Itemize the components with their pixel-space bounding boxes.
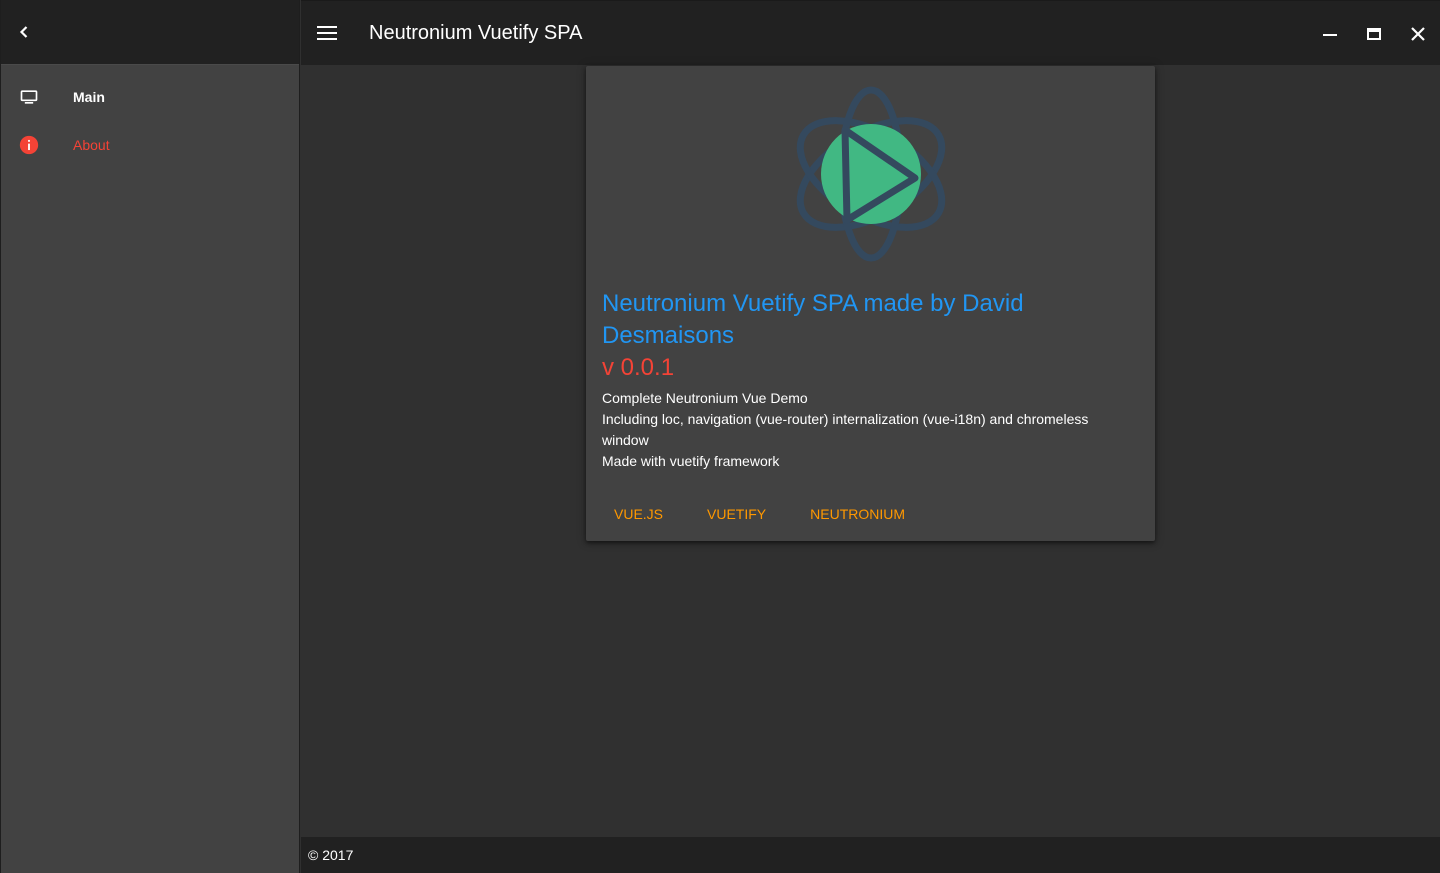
minimize-button[interactable] [1308,12,1352,56]
app-toolbar: Neutronium Vuetify SPA [301,0,1440,65]
menu-button[interactable] [301,9,353,57]
sidebar-item-main[interactable]: Main [1,73,299,121]
sidebar-item-label: Main [73,89,105,105]
sidebar-item-about[interactable]: About [1,121,299,169]
info-icon [1,134,57,156]
vuejs-link-button[interactable]: VUE.JS [594,496,683,532]
hamburger-menu-icon [317,26,337,40]
drawer-header [1,0,299,65]
close-icon [1411,26,1425,41]
neutronium-logo [796,86,945,261]
version-label: v 0.0.1 [602,354,675,381]
maximize-button[interactable] [1352,12,1396,56]
description-line: Complete Neutronium Vue Demo [602,390,808,406]
app-footer: © 2017 [301,837,1440,873]
close-button[interactable] [1396,12,1440,56]
collapse-drawer-button[interactable] [2,10,46,54]
description-line: Made with vuetify framework [602,453,780,469]
maximize-icon [1367,27,1381,40]
navigation-drawer: Main About [0,0,300,873]
sidebar-item-label: About [73,137,110,153]
window-controls [1308,1,1440,66]
minimize-icon [1323,33,1337,36]
card-title: Neutronium Vuetify SPA made by David Des… [602,290,1024,349]
about-card: Neutronium Vuetify SPA made by David Des… [586,66,1155,541]
neutronium-link-button[interactable]: NEUTRONIUM [790,496,925,532]
chevron-left-icon [19,26,28,38]
nav-list: Main About [1,65,299,169]
card-actions: VUE.JS VUETIFY NEUTRONIUM [594,496,929,532]
page-title: Neutronium Vuetify SPA [369,21,583,44]
logo-container [586,66,1155,281]
description-line: Including loc, navigation (vue-router) i… [602,411,1089,448]
vuetify-link-button[interactable]: VUETIFY [687,496,786,532]
desktop-icon [1,87,57,107]
card-description: Complete Neutronium Vue Demo Including l… [602,388,1122,472]
copyright-text: © 2017 [308,847,354,863]
